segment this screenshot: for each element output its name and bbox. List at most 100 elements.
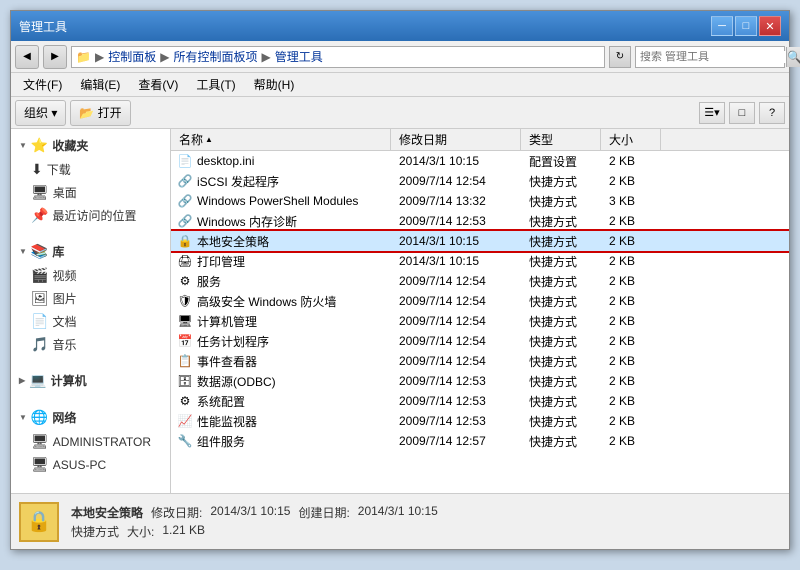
file-name-cell: 🖨打印管理 [173, 253, 393, 270]
minimize-button[interactable]: ─ [711, 16, 733, 36]
sidebar-item-pictures[interactable]: 🖼 图片 [11, 287, 170, 310]
file-row[interactable]: 🗄数据源(ODBC)2009/7/14 12:53快捷方式2 KB [171, 371, 789, 391]
window-title: 管理工具 [19, 18, 67, 35]
file-row[interactable]: ⚙服务2009/7/14 12:54快捷方式2 KB [171, 271, 789, 291]
file-icon: 🔗 [177, 173, 193, 189]
file-date: 2014/3/1 10:15 [393, 254, 523, 268]
file-date: 2009/7/14 12:57 [393, 434, 523, 448]
file-type: 配置设置 [523, 153, 603, 170]
desktop-label: 桌面 [53, 184, 77, 201]
menu-file[interactable]: 文件(F) [15, 74, 70, 95]
close-button[interactable]: ✕ [759, 16, 781, 36]
file-row[interactable]: 🔧组件服务2009/7/14 12:57快捷方式2 KB [171, 431, 789, 451]
file-row[interactable]: 🛡高级安全 Windows 防火墙2009/7/14 12:54快捷方式2 KB [171, 291, 789, 311]
file-name: 组件服务 [197, 433, 245, 450]
back-button[interactable]: ◀ [15, 45, 39, 69]
forward-button[interactable]: ▶ [43, 45, 67, 69]
sidebar-item-desktop[interactable]: 🖥 桌面 [11, 181, 170, 204]
breadcrumb-control-panel[interactable]: 控制面板 [108, 48, 156, 65]
file-name-cell: 🔧组件服务 [173, 433, 393, 450]
organize-button[interactable]: 组织 ▾ [15, 100, 66, 126]
file-row[interactable]: 📅任务计划程序2009/7/14 12:54快捷方式2 KB [171, 331, 789, 351]
file-row[interactable]: 🔗Windows 内存诊断2009/7/14 12:53快捷方式2 KB [171, 211, 789, 231]
file-size: 2 KB [603, 214, 663, 228]
sidebar-item-administrator[interactable]: 🖥 ADMINISTRATOR [11, 430, 170, 453]
sidebar-item-recent[interactable]: 📌 最近访问的位置 [11, 204, 170, 227]
sidebar-header-network[interactable]: ▼ 🌐 网络 [11, 405, 170, 430]
menu-view[interactable]: 查看(V) [130, 74, 186, 95]
file-size: 2 KB [603, 394, 663, 408]
sidebar-item-asus-pc[interactable]: 🖥 ASUS-PC [11, 453, 170, 476]
search-box: 🔍 [635, 46, 785, 68]
sidebar-header-favorites[interactable]: ▼ ⭐ 收藏夹 [11, 133, 170, 158]
header-size[interactable]: 大小 [601, 129, 661, 150]
header-name[interactable]: 名称 ▲ [171, 129, 391, 150]
file-date: 2014/3/1 10:15 [393, 234, 523, 248]
file-name-cell: 🛡高级安全 Windows 防火墙 [173, 293, 393, 310]
menu-help[interactable]: 帮助(H) [246, 74, 303, 95]
header-date[interactable]: 修改日期 [391, 129, 521, 150]
help-button[interactable]: ? [759, 102, 785, 124]
file-name: 任务计划程序 [197, 333, 269, 350]
file-size: 2 KB [603, 434, 663, 448]
file-name-cell: 🔗Windows 内存诊断 [173, 213, 393, 230]
file-icon: ⚙ [177, 393, 193, 409]
file-size: 3 KB [603, 194, 663, 208]
file-icon: 🗄 [177, 373, 193, 389]
library-label: 库 [52, 243, 64, 260]
file-date: 2009/7/14 12:54 [393, 354, 523, 368]
file-type: 快捷方式 [523, 373, 603, 390]
toolbar: 组织 ▾ 📂 打开 ☰▾ □ ? [11, 97, 789, 129]
header-type[interactable]: 类型 [521, 129, 601, 150]
search-input[interactable] [636, 51, 786, 63]
file-icon: 📈 [177, 413, 193, 429]
sidebar-header-library[interactable]: ▼ 📚 库 [11, 239, 170, 264]
file-name: 打印管理 [197, 253, 245, 270]
documents-label: 文档 [52, 313, 76, 330]
layout-button[interactable]: □ [729, 102, 755, 124]
file-row[interactable]: 📈性能监视器2009/7/14 12:53快捷方式2 KB [171, 411, 789, 431]
address-path: 📁 ▶ 控制面板 ▶ 所有控制面板项 ▶ 管理工具 [71, 46, 605, 68]
refresh-button[interactable]: ↻ [609, 46, 631, 68]
file-type: 快捷方式 [523, 313, 603, 330]
menu-edit[interactable]: 编辑(E) [72, 74, 128, 95]
computer-icon: 💻 [29, 372, 46, 389]
status-modified-value: 2014/3/1 10:15 [210, 504, 290, 521]
title-bar-controls: ─ □ ✕ [711, 16, 781, 36]
file-row[interactable]: 🔒本地安全策略2014/3/1 10:15快捷方式2 KB [171, 231, 789, 251]
sidebar-item-videos[interactable]: 🎬 视频 [11, 264, 170, 287]
file-row[interactable]: 🖥计算机管理2009/7/14 12:54快捷方式2 KB [171, 311, 789, 331]
maximize-button[interactable]: □ [735, 16, 757, 36]
file-row[interactable]: ⚙系统配置2009/7/14 12:53快捷方式2 KB [171, 391, 789, 411]
search-icon[interactable]: 🔍 [786, 47, 800, 67]
menu-tools[interactable]: 工具(T) [188, 74, 243, 95]
file-list-header: 名称 ▲ 修改日期 类型 大小 [171, 129, 789, 151]
breadcrumb-admin-tools[interactable]: 管理工具 [275, 48, 323, 65]
file-row[interactable]: 🖨打印管理2014/3/1 10:15快捷方式2 KB [171, 251, 789, 271]
file-row[interactable]: 🔗iSCSI 发起程序2009/7/14 12:54快捷方式2 KB [171, 171, 789, 191]
file-date: 2009/7/14 12:54 [393, 314, 523, 328]
file-row[interactable]: 📋事件查看器2009/7/14 12:54快捷方式2 KB [171, 351, 789, 371]
pictures-icon: 🖼 [31, 290, 49, 307]
sidebar-item-downloads[interactable]: ⬇ 下载 [11, 158, 170, 181]
pictures-label: 图片 [53, 290, 77, 307]
file-name-cell: 📄desktop.ini [173, 153, 393, 169]
sidebar-header-computer[interactable]: ▶ 💻 计算机 [11, 368, 170, 393]
view-toggle-button[interactable]: ☰▾ [699, 102, 725, 124]
status-type-row: 快捷方式 大小: 1.21 KB [71, 523, 438, 540]
open-button[interactable]: 📂 打开 [70, 100, 130, 126]
sidebar: ▼ ⭐ 收藏夹 ⬇ 下载 🖥 桌面 📌 最近访问的位置 [11, 129, 171, 493]
sidebar-item-documents[interactable]: 📄 文档 [11, 310, 170, 333]
file-row[interactable]: 📄desktop.ini2014/3/1 10:15配置设置2 KB [171, 151, 789, 171]
file-icon: 🔒 [177, 233, 193, 249]
breadcrumb-all-items[interactable]: 所有控制面板项 [173, 48, 257, 65]
file-name-cell: 📋事件查看器 [173, 353, 393, 370]
file-size: 2 KB [603, 294, 663, 308]
file-name: 本地安全策略 [197, 233, 269, 250]
music-label: 音乐 [52, 336, 76, 353]
sidebar-item-music[interactable]: 🎵 音乐 [11, 333, 170, 356]
file-row[interactable]: 🔗Windows PowerShell Modules2009/7/14 13:… [171, 191, 789, 211]
asus-pc-label: ASUS-PC [53, 458, 106, 472]
file-name: Windows PowerShell Modules [197, 194, 358, 208]
file-type: 快捷方式 [523, 413, 603, 430]
